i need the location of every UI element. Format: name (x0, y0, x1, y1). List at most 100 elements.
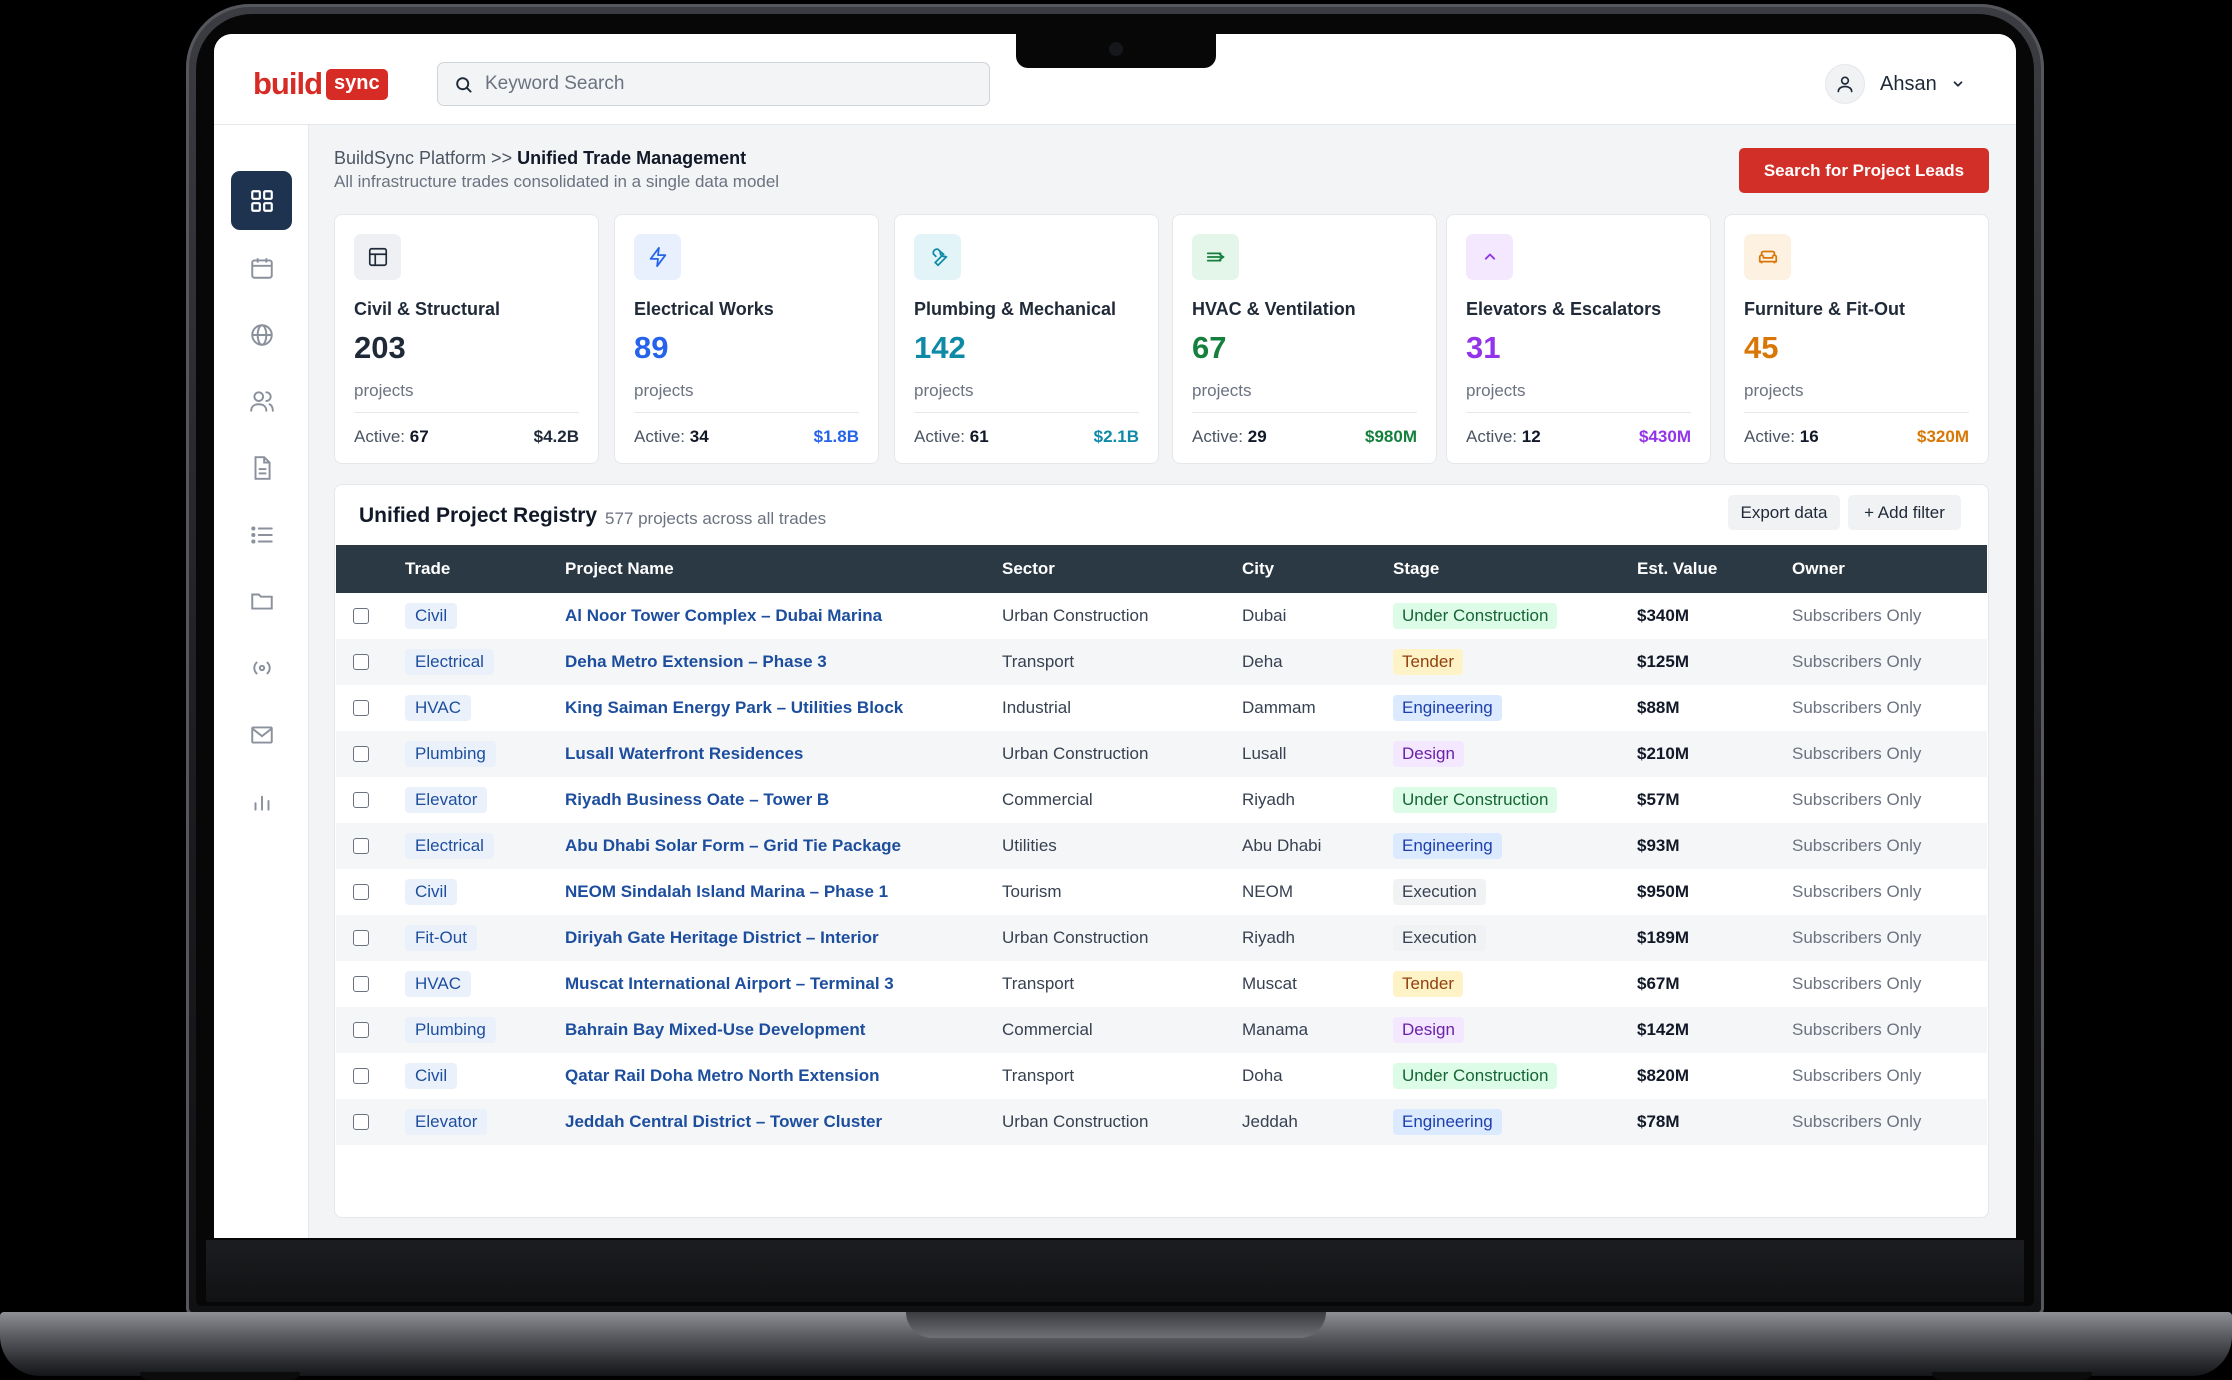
column-header-sector[interactable]: Sector (1002, 545, 1242, 593)
table-row[interactable]: Elevator Riyadh Business Oate – Tower B … (336, 777, 1987, 823)
user-menu[interactable]: Ahsan (1825, 64, 1965, 104)
table-row[interactable]: Elevator Jeddah Central District – Tower… (336, 1099, 1987, 1145)
search-input[interactable] (485, 73, 965, 95)
row-checkbox[interactable] (353, 1022, 369, 1038)
row-checkbox[interactable] (353, 884, 369, 900)
sidebar-item-globe[interactable] (231, 305, 292, 364)
card-active-label: Active: (1192, 427, 1248, 446)
row-checkbox[interactable] (353, 930, 369, 946)
project-name-link[interactable]: King Saiman Energy Park – Utilities Bloc… (565, 698, 903, 717)
table-row[interactable]: Plumbing Bahrain Bay Mixed-Use Developme… (336, 1007, 1987, 1053)
column-header-owner[interactable]: Owner (1792, 545, 1987, 593)
sidebar-item-users[interactable] (231, 371, 292, 430)
stage-badge: Engineering (1393, 1109, 1502, 1135)
avatar[interactable] (1825, 64, 1865, 104)
stage-badge: Design (1393, 1017, 1464, 1043)
project-name-link[interactable]: Diriyah Gate Heritage District – Interio… (565, 928, 879, 947)
city-cell: Dammam (1242, 698, 1316, 717)
add-filter-button[interactable]: + Add filter (1848, 495, 1961, 530)
column-header-est-value[interactable]: Est. Value (1637, 545, 1792, 593)
row-checkbox[interactable] (353, 746, 369, 762)
project-name-link[interactable]: Abu Dhabi Solar Form – Grid Tie Package (565, 836, 901, 855)
chevron-down-icon[interactable] (1951, 77, 1965, 91)
trade-tag: Electrical (405, 833, 494, 859)
sidebar-item-dashboard[interactable] (231, 171, 292, 230)
value-cell: $93M (1637, 836, 1680, 855)
card-active: Active: 61 (914, 427, 989, 447)
globe-icon (250, 323, 273, 346)
project-name-link[interactable]: Riyadh Business Oate – Tower B (565, 790, 829, 809)
camera-icon (1109, 42, 1123, 56)
table-row[interactable]: Fit-Out Diriyah Gate Heritage District –… (336, 915, 1987, 961)
row-checkbox[interactable] (353, 976, 369, 992)
row-checkbox[interactable] (353, 792, 369, 808)
column-header-project-name[interactable]: Project Name (565, 545, 1002, 593)
card-title: HVAC & Ventilation (1192, 299, 1356, 319)
value-cell: $67M (1637, 974, 1680, 993)
sidebar-item-analytics[interactable] (231, 771, 292, 830)
sector-cell: Industrial (1002, 698, 1071, 717)
sidebar-item-folders[interactable] (231, 571, 292, 630)
sidebar (214, 125, 309, 1238)
table-row[interactable]: Plumbing Lusall Waterfront Residences Ur… (336, 731, 1987, 777)
sidebar-item-mail[interactable] (231, 705, 292, 764)
column-header-city[interactable]: City (1242, 545, 1393, 593)
trade-card-furniture[interactable]: Furniture & Fit-Out 45 projects Active: … (1724, 214, 1989, 464)
table-row[interactable]: Electrical Abu Dhabi Solar Form – Grid T… (336, 823, 1987, 869)
row-checkbox[interactable] (353, 1068, 369, 1084)
export-data-button[interactable]: Export data (1728, 495, 1840, 530)
row-checkbox[interactable] (353, 654, 369, 670)
project-name-link[interactable]: Lusall Waterfront Residences (565, 744, 803, 763)
table-row[interactable]: Civil NEOM Sindalah Island Marina – Phas… (336, 869, 1987, 915)
sidebar-item-documents[interactable] (231, 438, 292, 497)
sidebar-item-broadcast[interactable] (231, 638, 292, 697)
table-row[interactable]: HVAC Muscat International Airport – Term… (336, 961, 1987, 1007)
row-checkbox[interactable] (353, 608, 369, 624)
sidebar-item-list[interactable] (231, 505, 292, 564)
table-row[interactable]: Civil Al Noor Tower Complex – Dubai Mari… (336, 593, 1987, 639)
value-cell: $950M (1637, 882, 1689, 901)
table-header-row: Trade Project Name Sector City Stage Est… (336, 545, 1987, 593)
project-name-link[interactable]: Al Noor Tower Complex – Dubai Marina (565, 606, 882, 625)
project-name-link[interactable]: Deha Metro Extension – Phase 3 (565, 652, 827, 671)
city-cell: Riyadh (1242, 790, 1295, 809)
user-name[interactable]: Ahsan (1880, 73, 1937, 96)
breadcrumb: BuildSync Platform >> Unified Trade Mana… (334, 148, 746, 169)
city-cell: Jeddah (1242, 1112, 1298, 1131)
table-row[interactable]: Electrical Deha Metro Extension – Phase … (336, 639, 1987, 685)
calendar-icon (250, 257, 273, 279)
column-header-stage[interactable]: Stage (1393, 545, 1637, 593)
table-row[interactable]: Civil Qatar Rail Doha Metro North Extens… (336, 1053, 1987, 1099)
table-row[interactable]: HVAC King Saiman Energy Park – Utilities… (336, 685, 1987, 731)
folder-icon (250, 593, 273, 610)
search-project-leads-button[interactable]: Search for Project Leads (1739, 148, 1989, 193)
breadcrumb-root[interactable]: BuildSync Platform >> (334, 148, 517, 168)
project-name-link[interactable]: NEOM Sindalah Island Marina – Phase 1 (565, 882, 888, 901)
trade-card-hvac[interactable]: HVAC & Ventilation 67 projects Active: 2… (1172, 214, 1437, 464)
trade-card-elevators[interactable]: Elevators & Escalators 31 projects Activ… (1446, 214, 1711, 464)
row-checkbox[interactable] (353, 1114, 369, 1130)
column-header-trade[interactable]: Trade (405, 545, 565, 593)
card-active: Active: 34 (634, 427, 709, 447)
row-checkbox[interactable] (353, 700, 369, 716)
grid-icon (250, 189, 273, 212)
trade-card-electrical[interactable]: Electrical Works 89 projects Active: 34 … (614, 214, 879, 464)
breadcrumb-current: Unified Trade Management (517, 148, 747, 168)
owner-cell: Subscribers Only (1792, 1112, 1922, 1131)
owner-cell: Subscribers Only (1792, 928, 1922, 947)
project-name-link[interactable]: Qatar Rail Doha Metro North Extension (565, 1066, 880, 1085)
project-name-link[interactable]: Jeddah Central District – Tower Cluster (565, 1112, 882, 1131)
city-cell: Manama (1242, 1020, 1309, 1039)
sidebar-item-calendar[interactable] (231, 238, 292, 297)
trade-card-plumbing[interactable]: Plumbing & Mechanical 142 projects Activ… (894, 214, 1159, 464)
project-name-link[interactable]: Bahrain Bay Mixed-Use Development (565, 1020, 865, 1039)
trade-card-civil[interactable]: Civil & Structural 203 projects Active: … (334, 214, 599, 464)
row-checkbox[interactable] (353, 838, 369, 854)
card-divider (1192, 412, 1417, 413)
search-box[interactable] (437, 62, 990, 106)
brand-logo[interactable]: build sync (253, 66, 388, 102)
project-name-link[interactable]: Muscat International Airport – Terminal … (565, 974, 894, 993)
stage-badge: Under Construction (1393, 1063, 1558, 1089)
sector-cell: Urban Construction (1002, 1112, 1149, 1131)
value-cell: $57M (1637, 790, 1680, 809)
